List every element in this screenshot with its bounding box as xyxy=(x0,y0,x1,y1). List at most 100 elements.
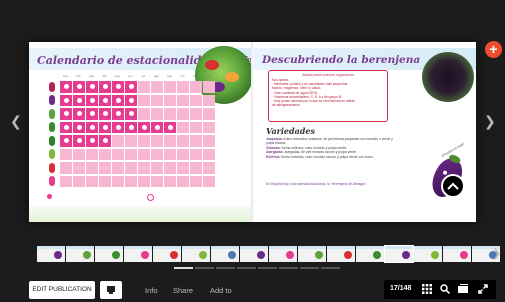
grid-cell xyxy=(73,148,85,160)
grid-view-icon[interactable] xyxy=(422,284,432,294)
grid-row xyxy=(45,148,215,162)
page-thumbnail[interactable] xyxy=(384,245,414,263)
grid-row xyxy=(45,107,215,121)
page-indicator[interactable]: 17/148 xyxy=(390,285,411,292)
grid-cell xyxy=(164,175,176,187)
page-thumbnail[interactable] xyxy=(356,246,384,262)
variety-item: Jaspeada: frutos redondos ovalados, de p… xyxy=(266,137,393,146)
vegetable-icon xyxy=(45,95,59,106)
info-link[interactable]: Info xyxy=(145,286,158,295)
vegetable-icon xyxy=(45,81,59,92)
grid-cell xyxy=(151,175,163,187)
grid-cell xyxy=(86,135,98,147)
grid-cell xyxy=(203,162,215,174)
grid-cell xyxy=(112,94,124,106)
page-thumbnail[interactable] xyxy=(66,246,94,262)
month-header: ene feb mar abr may jun jul ago sep oct nov dic xyxy=(59,74,215,80)
grid-cell xyxy=(190,94,202,106)
grid-cell xyxy=(112,135,124,147)
page-thumbnail[interactable] xyxy=(269,246,297,262)
grid-cell xyxy=(138,148,150,160)
page-thumbnail[interactable] xyxy=(443,246,471,262)
pager-dot[interactable] xyxy=(216,267,235,269)
plus-icon[interactable]: + xyxy=(485,41,502,58)
page-thumbnail[interactable] xyxy=(95,246,123,262)
grid-cell xyxy=(177,175,189,187)
single-page-view-icon[interactable] xyxy=(458,284,468,294)
grid-cell xyxy=(73,121,85,133)
add-to-link[interactable]: Add to xyxy=(210,286,232,295)
search-icon[interactable] xyxy=(440,284,450,294)
variety-item: Esférica: forma redonda, color morado os… xyxy=(266,154,374,159)
grid-cell xyxy=(99,162,111,174)
page-thumbnail[interactable] xyxy=(298,246,326,262)
pager-dot[interactable] xyxy=(300,267,319,269)
publication-spread[interactable]: Calendario de estacionalidad de Verduras… xyxy=(29,42,476,222)
nutrition-line: de adelgazamiento. xyxy=(272,103,301,108)
right-page[interactable]: Descubriendo la berenjena Aliada para nu… xyxy=(254,42,476,222)
grid-cell xyxy=(177,162,189,174)
vegetable-icon xyxy=(45,108,59,119)
grid-cell xyxy=(151,162,163,174)
grid-cell xyxy=(73,162,85,174)
grid-cell xyxy=(99,94,111,106)
grid-cell xyxy=(99,108,111,120)
grid-cell xyxy=(60,108,72,120)
grid-cell xyxy=(177,108,189,120)
month-label: sep xyxy=(167,74,172,78)
month-label: oct xyxy=(180,74,185,78)
thumbnail-pager[interactable] xyxy=(174,267,342,269)
page-thumbnail[interactable] xyxy=(327,246,355,262)
scroll-up-button[interactable] xyxy=(441,174,465,198)
page-thumbnail[interactable] xyxy=(211,246,239,262)
print-button[interactable] xyxy=(100,281,122,299)
grid-row xyxy=(45,121,215,135)
edit-publication-button[interactable]: EDIT PUBLICATION xyxy=(29,281,95,299)
page-thumbnail[interactable] xyxy=(182,246,210,262)
share-link[interactable]: Share xyxy=(173,286,193,295)
thumbnail-strip[interactable] xyxy=(37,245,501,263)
month-label: abr xyxy=(102,74,107,78)
pager-dot[interactable] xyxy=(258,267,277,269)
grid-cell xyxy=(86,162,98,174)
grid-cell xyxy=(112,162,124,174)
legend-partial xyxy=(147,194,157,201)
page-thumbnail[interactable] xyxy=(124,246,152,262)
pager-dot[interactable] xyxy=(174,267,193,269)
grid-cell xyxy=(190,121,202,133)
pager-dot[interactable] xyxy=(195,267,214,269)
page-thumbnail[interactable] xyxy=(153,246,181,262)
month-label: feb xyxy=(76,74,81,78)
page-thumbnail[interactable] xyxy=(414,246,442,262)
grid-cell xyxy=(99,175,111,187)
fullscreen-icon[interactable] xyxy=(478,284,488,294)
pager-dot[interactable] xyxy=(279,267,298,269)
right-page-title: Descubriendo la berenjena xyxy=(262,54,421,66)
grid-cell xyxy=(125,94,137,106)
month-label: dic xyxy=(206,74,211,78)
grid-cell xyxy=(177,94,189,106)
grid-cell xyxy=(86,148,98,160)
vegetable-icon xyxy=(45,149,59,160)
page-thumbnail[interactable] xyxy=(240,246,268,262)
grid-cell xyxy=(190,175,202,187)
grid-cell xyxy=(203,175,215,187)
pager-dot[interactable] xyxy=(321,267,340,269)
grid-cell xyxy=(177,135,189,147)
grid-cell xyxy=(190,148,202,160)
grid-cell xyxy=(112,81,124,93)
grid-cell xyxy=(86,81,98,93)
grid-cell xyxy=(60,81,72,93)
next-page-arrow-icon[interactable]: ❯ xyxy=(484,113,496,130)
varieties-title: Variedades xyxy=(266,126,315,136)
left-page[interactable]: Calendario de estacionalidad de Verduras… xyxy=(29,42,253,222)
grid-cell xyxy=(138,121,150,133)
thumbnail-next-arrow-icon[interactable]: ❯ xyxy=(492,247,501,260)
grid-cell xyxy=(99,135,111,147)
prev-page-arrow-icon[interactable]: ❮ xyxy=(10,113,22,130)
grid-cell xyxy=(164,108,176,120)
page-thumbnail[interactable] xyxy=(37,246,65,262)
grid-cell xyxy=(164,121,176,133)
pager-dot[interactable] xyxy=(237,267,256,269)
month-label: ago xyxy=(153,74,159,78)
